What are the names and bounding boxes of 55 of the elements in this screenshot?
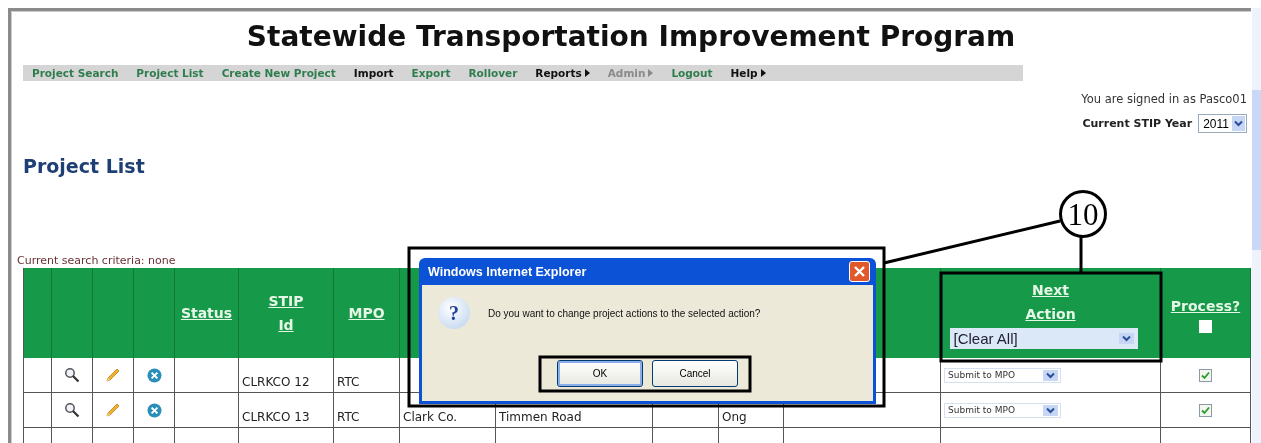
chevron-icon xyxy=(1046,406,1055,414)
dialog-button[interactable]: Cancel xyxy=(652,360,738,387)
menu-link[interactable]: Project Search xyxy=(23,67,128,79)
column-header-link[interactable]: Process? xyxy=(1170,293,1241,318)
table-cell: CLRKCO 13 xyxy=(239,393,334,428)
magnifier-icon[interactable] xyxy=(64,367,80,383)
chevron-icon xyxy=(1046,371,1055,379)
dialog-button[interactable]: OK xyxy=(557,360,643,387)
close-button[interactable] xyxy=(849,261,870,282)
column-header-link[interactable]: STIP Id xyxy=(268,289,304,337)
check-icon xyxy=(1201,405,1210,415)
signed-in-text: You are signed in as Pasco01 xyxy=(1081,92,1247,106)
dialog-title: Windows Internet Explorer xyxy=(428,264,587,279)
menu-link[interactable]: Project List xyxy=(127,67,213,79)
question-icon: ? xyxy=(438,297,470,329)
year-dropdown[interactable]: 2011 xyxy=(1198,114,1247,133)
delete-icon[interactable] xyxy=(146,402,162,418)
menu-link[interactable]: Reports xyxy=(526,67,599,79)
menu-link[interactable]: Rollover xyxy=(459,67,527,79)
menu-link[interactable]: Help xyxy=(721,67,775,79)
scrollbar[interactable] xyxy=(1252,8,1261,443)
year-label: Current STIP Year xyxy=(1082,117,1193,130)
column-header-link[interactable]: MPO xyxy=(348,301,385,325)
leader-line xyxy=(1079,236,1083,272)
arrow-icon xyxy=(648,69,654,77)
pencil-icon[interactable] xyxy=(105,367,121,383)
check-icon xyxy=(1201,370,1210,380)
menu-link[interactable]: Create New Project xyxy=(212,67,345,79)
delete-icon[interactable] xyxy=(146,367,162,383)
section-heading: Project List xyxy=(23,155,146,177)
callout-number: 10 xyxy=(1059,190,1107,238)
arrow-icon xyxy=(760,69,766,77)
pencil-icon[interactable] xyxy=(105,402,121,418)
table-cell: RTC xyxy=(334,393,400,428)
checkbox[interactable] xyxy=(1199,403,1212,417)
chevron-icon xyxy=(1234,120,1243,127)
menu-link[interactable]: Export xyxy=(402,67,460,79)
table-cell: CLRKCO 12 xyxy=(239,358,334,393)
scrollbar-thumb[interactable] xyxy=(1252,90,1261,250)
checkbox[interactable] xyxy=(1199,368,1212,382)
menu-link[interactable]: Logout xyxy=(662,67,722,79)
action-dropdown[interactable]: Submit to MPO xyxy=(944,367,1061,383)
magnifier-icon[interactable] xyxy=(64,402,80,418)
arrow-icon xyxy=(584,69,590,77)
action-dropdown[interactable]: Submit to MPO xyxy=(944,402,1061,418)
action-dropdown[interactable]: [Clear All] xyxy=(949,327,1138,349)
page-title: Statewide Transportation Improvement Program xyxy=(245,19,1017,55)
column-header-link[interactable]: Next Action xyxy=(1025,277,1076,326)
chevron-icon xyxy=(1121,334,1131,342)
table-cell: RTC xyxy=(334,358,400,393)
dialog-message: Do you want to change project actions to the selected action? xyxy=(488,307,761,319)
close-icon xyxy=(854,266,865,277)
column-header-link[interactable]: Status xyxy=(180,301,233,325)
search-criteria: Current search criteria: none xyxy=(17,254,177,268)
menu-link[interactable]: Import xyxy=(344,67,403,79)
